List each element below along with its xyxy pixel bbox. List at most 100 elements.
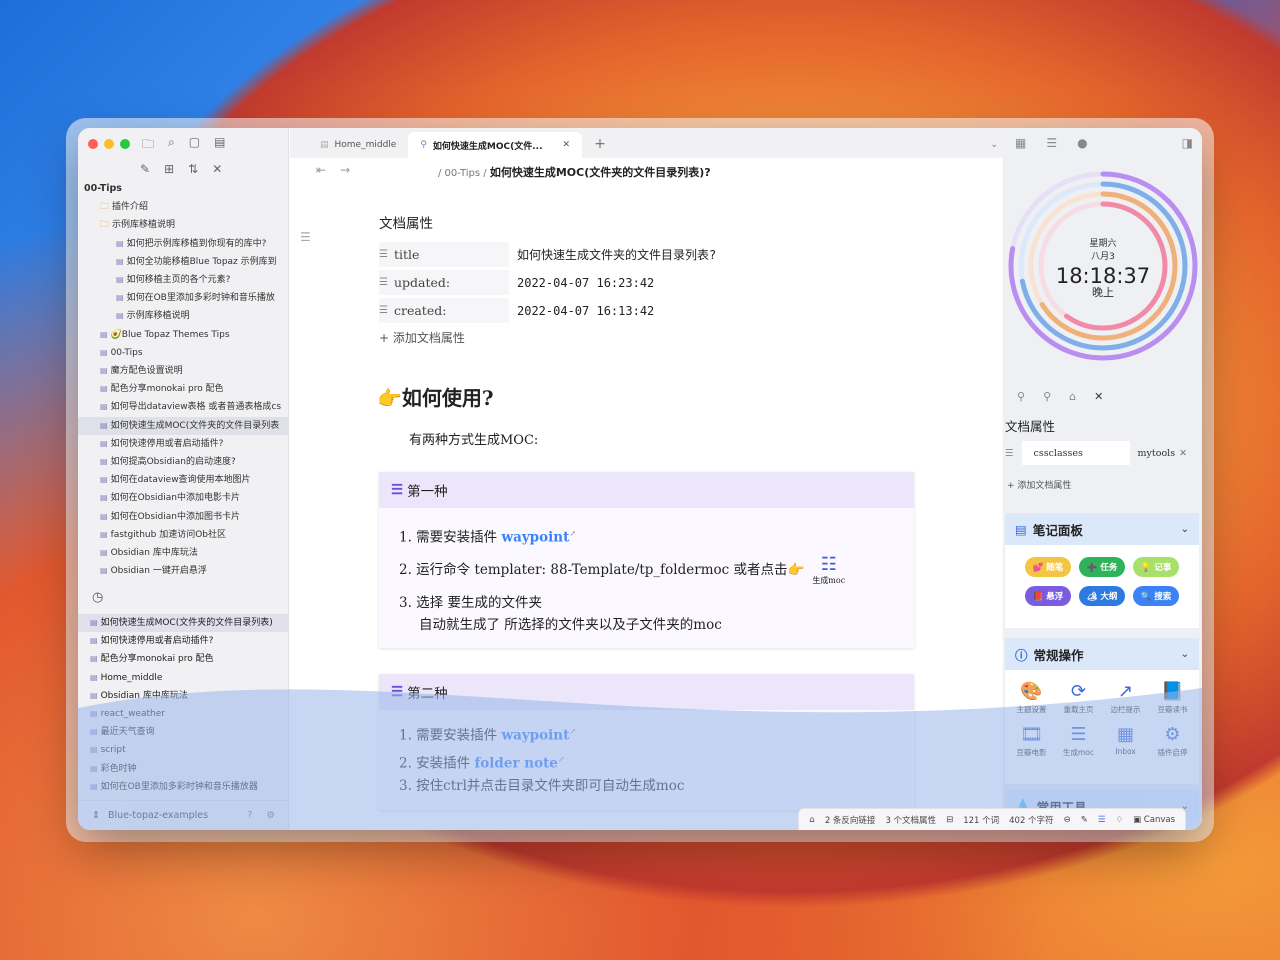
settings-gear-icon[interactable]: ⚙ — [266, 810, 275, 821]
tree-file[interactable]: ▤ 如何导出dataview表格 或者普通表格成cs — [78, 398, 289, 416]
tab-home-middle[interactable]: ▤ Home_middle — [308, 132, 408, 158]
recent-file[interactable]: ▤ Obsidian 库中库玩法 — [78, 687, 289, 705]
tools-icon[interactable]: ✕ — [1094, 390, 1103, 403]
tree-file[interactable]: ▤ 如何在OB里添加多彩时钟和音乐播放 — [78, 289, 289, 307]
generate-moc-button[interactable]: ☷ 生成moc — [812, 554, 845, 586]
tree-file[interactable]: ▤ Obsidian 一键开启悬浮 — [78, 562, 289, 580]
tree-file[interactable]: ▤ 如何快速停用或者启动插件? — [78, 435, 289, 453]
outline-list-icon[interactable]: ☰ — [1046, 136, 1057, 150]
tree-file[interactable]: ▤ 如何在dataview查询使用本地图片 — [78, 471, 289, 489]
tags-icon[interactable]: ▤ — [214, 135, 225, 156]
minimize-window-button[interactable] — [104, 139, 114, 149]
new-note-icon[interactable]: ✎ — [140, 162, 150, 176]
forward-icon[interactable]: → — [340, 163, 350, 177]
recent-files-icon[interactable]: ◷ — [92, 590, 103, 605]
tree-file[interactable]: ▤ 如何快速生成MOC(文件夹的文件目录列表 — [78, 416, 289, 435]
folder-note-link[interactable]: folder note — [474, 755, 557, 771]
notes-chip[interactable]: ➕ 任务 — [1079, 557, 1125, 577]
lock-icon[interactable]: ⊖ — [1064, 815, 1071, 825]
notes-chip[interactable]: 🏕 大纲 — [1079, 586, 1125, 606]
tree-folder[interactable]: 🗀 插件介绍 — [78, 198, 289, 216]
notes-panel-header[interactable]: ▤ 笔记面板 ⌄ — [1005, 513, 1199, 545]
tree-file[interactable]: ▤ 如何在Obsidian中添加图书卡片 — [78, 508, 289, 526]
callout-header[interactable]: ☰ 第二种 — [379, 674, 914, 710]
sort-icon[interactable]: ⇅ — [188, 162, 198, 176]
list-icon[interactable]: ☰ — [1098, 815, 1106, 825]
tab-list-chevron-icon[interactable]: ⌄ — [990, 140, 998, 150]
waypoint-link[interactable]: waypoint — [501, 728, 569, 744]
tree-file[interactable]: ▤ 如何移植主页的各个元素? — [78, 271, 289, 289]
new-folder-icon[interactable]: ⊞ — [164, 162, 174, 176]
calendar-icon[interactable]: ▦ — [1015, 136, 1026, 150]
graph-dot-icon[interactable]: ● — [1077, 136, 1087, 150]
zoom-window-button[interactable] — [120, 139, 130, 149]
tree-file[interactable]: ▤ 如何全功能移植Blue Topaz 示例库到 — [78, 253, 289, 271]
ops-tool[interactable]: ☰ 生成moc — [1056, 723, 1101, 758]
breadcrumb-parent[interactable]: / 00-Tips / — [438, 168, 487, 179]
property-value[interactable]: 如何快速生成文件夹的文件目录列表? — [509, 246, 716, 263]
brush-icon[interactable]: ✎ — [1081, 815, 1088, 825]
property-value[interactable]: 2022-04-07 16:23:42 — [509, 276, 654, 290]
notes-chip[interactable]: 💡 记事 — [1133, 557, 1179, 577]
close-tab-icon[interactable]: ✕ — [563, 140, 571, 150]
add-property-button[interactable]: + 添加文档属性 — [379, 329, 919, 346]
recent-file[interactable]: ▤ 如何快速停用或者启动插件? — [78, 632, 289, 650]
recent-file[interactable]: ▤ Home_middle — [78, 669, 289, 687]
bell-icon[interactable]: ♢ — [1115, 815, 1123, 825]
link-icon[interactable]: ⚲ — [1017, 390, 1025, 403]
property-key[interactable]: ☰ title — [379, 242, 509, 267]
tree-file[interactable]: ▤ 魔方配色设置说明 — [78, 362, 289, 380]
property-key[interactable]: ☰ updated: — [379, 270, 509, 295]
recent-file[interactable]: ▤ 彩色时钟 — [78, 760, 289, 778]
search-icon[interactable]: ⌕ — [168, 135, 175, 156]
tree-file[interactable]: ▤ Obsidian 库中库玩法 — [78, 544, 289, 562]
tree-file[interactable]: ▤ fastgithub 加速访问Ob社区 — [78, 526, 289, 544]
recent-file[interactable]: ▤ 如何在OB里添加多彩时钟和音乐播放器 — [78, 778, 289, 796]
property-value[interactable]: mytools — [1130, 448, 1176, 459]
tree-file[interactable]: ▤ 如何把示例库移植到你现有的库中? — [78, 235, 289, 253]
close-window-button[interactable] — [88, 139, 98, 149]
outline-icon[interactable]: ☰ — [300, 230, 311, 244]
ops-tool[interactable]: 🎞 豆瓣电影 — [1009, 723, 1054, 758]
recent-file[interactable]: ▤ 配色分享monokai pro 配色 — [78, 650, 289, 668]
right-add-property-button[interactable]: + 添加文档属性 — [1007, 478, 1071, 491]
recent-file[interactable]: ▤ react_weather — [78, 705, 289, 723]
tree-file[interactable]: ▤ 🥑Blue Topaz Themes Tips — [78, 326, 289, 344]
tree-file[interactable]: ▤ 如何提高Obsidian的启动速度? — [78, 453, 289, 471]
ops-tool[interactable]: 🎨 主题设置 — [1009, 680, 1054, 715]
canvas-button[interactable]: ▣ Canvas — [1133, 815, 1175, 825]
tree-file[interactable]: ▤ 配色分享monokai pro 配色 — [78, 380, 289, 398]
collapse-icon[interactable]: ✕ — [212, 162, 222, 176]
notes-chip[interactable]: 💕 随笔 — [1025, 557, 1071, 577]
backlinks-count[interactable]: 2 条反向链接 — [825, 814, 876, 826]
remove-value-icon[interactable]: ✕ — [1179, 448, 1187, 459]
property-value[interactable]: 2022-04-07 16:13:42 — [509, 304, 654, 318]
ops-tool[interactable]: ⚙ 插件启停 — [1150, 723, 1195, 758]
ops-tool[interactable]: ⟳ 重载主页 — [1056, 680, 1101, 715]
folder-icon[interactable]: 🗀 — [142, 135, 154, 156]
back-icon[interactable]: ⇤ — [316, 163, 326, 177]
tag-icon[interactable]: ⌂ — [1069, 390, 1076, 403]
bookmark-icon[interactable]: ▢ — [189, 135, 200, 156]
waypoint-link[interactable]: waypoint — [501, 530, 569, 546]
tab-moc-note[interactable]: ⚲ 如何快速生成MOC(文件... ✕ — [408, 132, 583, 158]
tree-file[interactable]: ▤ 如何在Obsidian中添加电影卡片 — [78, 489, 289, 507]
breadcrumb-current[interactable]: 如何快速生成MOC(文件夹的文件目录列表)? — [490, 166, 711, 179]
book-icon[interactable]: ⊟ — [946, 815, 953, 825]
notes-chip[interactable]: 🔍 搜索 — [1133, 586, 1179, 606]
search-link-icon[interactable]: ⚲ — [1043, 390, 1051, 403]
tree-root[interactable]: 00-Tips — [78, 180, 289, 198]
ops-tool[interactable]: ↗ 边栏提示 — [1103, 680, 1148, 715]
tree-file[interactable]: ▤ 00-Tips — [78, 344, 289, 362]
property-key[interactable]: ☰ created: — [379, 298, 509, 323]
tree-folder[interactable]: 🗀 示例库移植说明 — [78, 216, 289, 234]
property-key[interactable]: cssclasses — [1021, 441, 1130, 465]
home-icon[interactable]: ⌂ — [809, 815, 814, 825]
recent-file[interactable]: ▤ script — [78, 741, 289, 759]
tree-file[interactable]: ▤ 示例库移植说明 — [78, 307, 289, 325]
new-tab-icon[interactable]: + — [594, 136, 606, 152]
ops-tool[interactable]: ▦ Inbox — [1103, 723, 1148, 758]
notes-chip[interactable]: 📕 悬浮 — [1025, 586, 1071, 606]
vault-switcher[interactable]: ⇕ Blue-topaz-examples ? ⚙ — [78, 800, 289, 830]
recent-file[interactable]: ▤ 最近天气查询 — [78, 723, 289, 741]
